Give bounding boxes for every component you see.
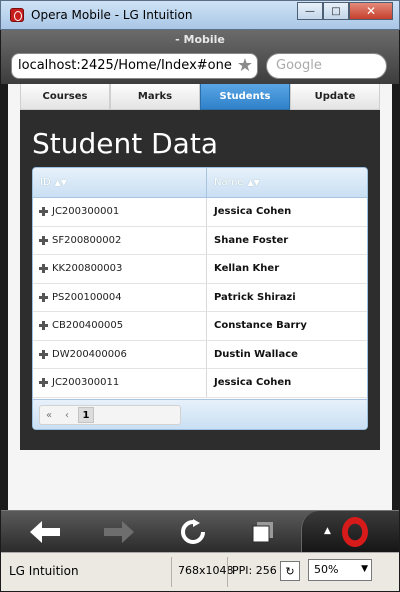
maximize-button[interactable]: □	[323, 2, 349, 20]
back-arrow-icon	[30, 521, 60, 543]
student-name: Dustin Wallace	[214, 348, 298, 360]
rotate-icon: ↻	[285, 564, 295, 578]
window-title: Opera Mobile - LG Intuition	[31, 8, 193, 22]
column-header-id-label: ID	[40, 177, 51, 188]
opera-logo-icon	[342, 517, 368, 547]
cell-id: PS200100004	[33, 283, 207, 311]
table-row[interactable]: SF200800002 Shane Foster	[33, 226, 367, 255]
window-controls: — □ ✕	[297, 2, 393, 20]
page-title: Student Data	[32, 127, 218, 160]
expand-plus-icon[interactable]	[38, 377, 49, 388]
device-ppi: PPI: 256	[232, 564, 277, 577]
expand-plus-icon[interactable]	[38, 349, 49, 360]
content-panel: Student Data ID ▲▼ Name ▲▼ JC200300001 J…	[20, 110, 380, 450]
zoom-select[interactable]: 50% ▼	[308, 559, 372, 581]
pager-controls: « ‹ 1	[39, 405, 181, 425]
tab-marks[interactable]: Marks	[110, 84, 200, 110]
tab-courses[interactable]: Courses	[20, 84, 110, 110]
nav-tabs: Courses Marks Students Update	[20, 84, 380, 110]
table-row[interactable]: CB200400005 Constance Barry	[33, 312, 367, 341]
minimize-button[interactable]: —	[297, 2, 323, 20]
window-titlebar: Opera Mobile - LG Intuition — □ ✕	[0, 0, 400, 30]
bottom-toolbar: ▲	[1, 510, 399, 553]
tab-update[interactable]: Update	[290, 84, 380, 110]
maximize-icon: □	[331, 5, 341, 17]
expand-plus-icon[interactable]	[38, 320, 49, 331]
column-header-name[interactable]: Name ▲▼	[207, 168, 367, 197]
table-row[interactable]: JC200300011 Jessica Cohen	[33, 369, 367, 398]
expand-plus-icon[interactable]	[38, 206, 49, 217]
student-grid: ID ▲▼ Name ▲▼ JC200300001 Jessica Cohen …	[32, 167, 368, 430]
grid-header: ID ▲▼ Name ▲▼	[33, 168, 367, 198]
prev-page-button[interactable]: ‹	[58, 406, 76, 424]
forward-arrow-icon	[104, 521, 134, 543]
opera-menu-button[interactable]: ▲	[301, 511, 399, 553]
student-id: CB200400005	[52, 320, 124, 332]
table-row[interactable]: KK200800003 Kellan Kher	[33, 255, 367, 284]
student-id: SF200800002	[52, 234, 122, 246]
back-button[interactable]	[25, 516, 65, 548]
column-header-id[interactable]: ID ▲▼	[33, 168, 207, 197]
sort-icon: ▲▼	[54, 178, 67, 187]
cell-id: CB200400005	[33, 312, 207, 340]
student-id: KK200800003	[52, 263, 123, 275]
device-resolution: 768x1048	[178, 564, 234, 577]
student-name: Constance Barry	[214, 320, 307, 332]
cell-id: KK200800003	[33, 255, 207, 283]
tab-students[interactable]: Students	[200, 84, 290, 110]
student-name: Jessica Cohen	[214, 377, 292, 389]
student-id: DW200400006	[52, 348, 127, 360]
forward-button[interactable]	[99, 516, 139, 548]
student-name: Kellan Kher	[214, 263, 280, 275]
first-page-button[interactable]: «	[40, 406, 58, 424]
bookmark-star-icon[interactable]: ★	[237, 56, 253, 76]
tabs-button[interactable]	[243, 516, 283, 548]
student-id: JC200300011	[52, 377, 120, 389]
close-button[interactable]: ✕	[349, 2, 393, 20]
emulator-statusbar: LG Intuition 768x1048 PPI: 256 ↻ 50% ▼	[1, 552, 399, 591]
page-viewport: Courses Marks Students Update Student Da…	[8, 84, 392, 510]
expand-plus-icon[interactable]	[38, 292, 49, 303]
zoom-value: 50%	[314, 563, 339, 576]
expand-plus-icon[interactable]	[38, 263, 49, 274]
cell-id: DW200400006	[33, 340, 207, 368]
page-title-bar: - Mobile	[175, 33, 225, 46]
student-id: PS200100004	[52, 291, 122, 303]
status-divider	[171, 557, 172, 587]
status-divider	[227, 557, 228, 587]
student-name: Jessica Cohen	[214, 206, 292, 218]
cell-id: JC200300001	[33, 198, 207, 226]
rotate-device-button[interactable]: ↻	[280, 561, 300, 581]
reload-button[interactable]	[173, 516, 213, 548]
opera-app-icon	[10, 8, 24, 22]
sort-icon: ▲▼	[247, 178, 260, 187]
browser-chrome: - Mobile localhost:2425/Home/Index#one ★…	[1, 30, 399, 84]
grid-pager: « ‹ 1	[33, 399, 367, 429]
device-name: LG Intuition	[9, 564, 79, 578]
reload-icon	[181, 519, 205, 544]
cell-id: SF200800002	[33, 226, 207, 254]
address-bar[interactable]: localhost:2425/Home/Index#one ★	[11, 53, 258, 79]
page-number-button[interactable]: 1	[78, 407, 94, 423]
student-name: Shane Foster	[214, 234, 289, 246]
student-id: JC200300001	[52, 206, 120, 218]
table-row[interactable]: DW200400006 Dustin Wallace	[33, 340, 367, 369]
close-icon: ✕	[365, 4, 377, 18]
cell-id: JC200300011	[33, 369, 207, 397]
table-row[interactable]: PS200100004 Patrick Shirazi	[33, 283, 367, 312]
search-input[interactable]: Google	[276, 58, 322, 73]
student-name: Patrick Shirazi	[214, 291, 296, 303]
dropdown-arrow-icon: ▼	[361, 564, 368, 574]
column-header-name-label: Name	[214, 177, 244, 188]
table-row[interactable]: JC200300001 Jessica Cohen	[33, 198, 367, 227]
search-box[interactable]: Google	[266, 53, 387, 79]
tabs-icon	[252, 522, 273, 543]
minimize-icon: —	[305, 5, 315, 17]
address-input[interactable]: localhost:2425/Home/Index#one	[18, 58, 233, 73]
menu-up-arrow-icon: ▲	[324, 526, 331, 536]
expand-plus-icon[interactable]	[38, 235, 49, 246]
